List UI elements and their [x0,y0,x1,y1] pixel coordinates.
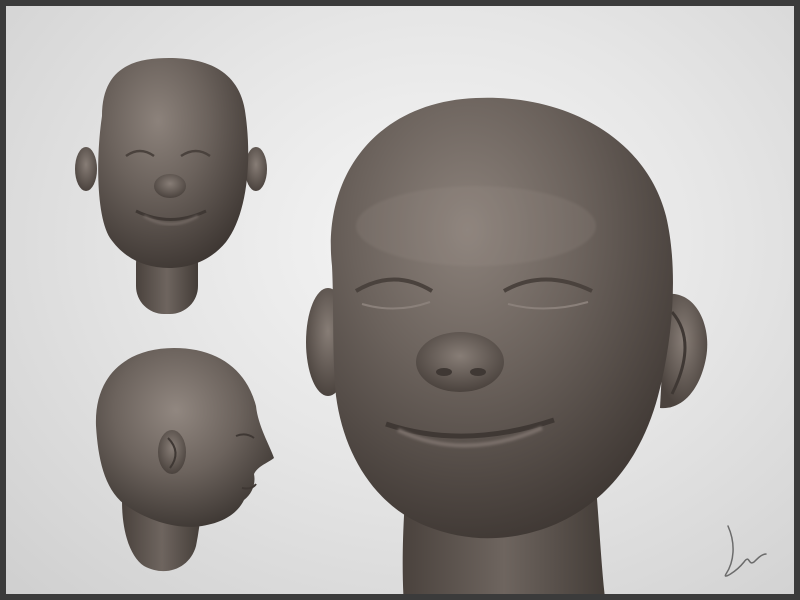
sculpted-head-front-icon [75,58,267,314]
picture-frame [0,0,800,600]
render-canvas [6,6,794,594]
sculpt-render [75,58,767,594]
sculpted-head-profile-icon [95,348,274,572]
signature-icon [724,525,767,577]
sculpted-head-closeup-icon [306,97,708,594]
